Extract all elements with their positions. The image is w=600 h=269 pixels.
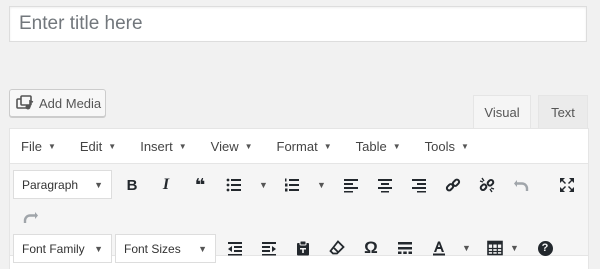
menu-insert[interactable]: Insert ▼	[140, 139, 186, 154]
add-media-button[interactable]: Add Media	[9, 89, 106, 117]
title-field-wrapper	[9, 6, 587, 42]
redo-button[interactable]	[20, 206, 42, 228]
caret-down-icon: ▼	[94, 244, 103, 254]
redo-icon	[23, 212, 38, 223]
fullscreen-button[interactable]	[556, 174, 578, 196]
help-button[interactable]: ?	[534, 237, 556, 259]
caret-down-icon: ▼	[47, 141, 56, 151]
bullet-list-icon	[226, 178, 241, 192]
align-center-button[interactable]	[374, 174, 396, 196]
menu-view-label: View	[210, 138, 239, 154]
unlink-icon	[479, 177, 495, 193]
paste-as-text-button[interactable]	[292, 237, 314, 259]
font-size-value: Font Sizes	[124, 241, 181, 256]
link-icon	[445, 178, 461, 192]
caret-down-icon: ▼	[392, 141, 401, 151]
font-size-select[interactable]: Font Sizes ▼	[115, 234, 216, 263]
numbered-list-button[interactable]	[281, 174, 303, 196]
outdent-button[interactable]	[224, 237, 246, 259]
caret-down-icon: ▼	[108, 141, 117, 151]
add-media-label: Add Media	[39, 95, 102, 111]
align-left-button[interactable]	[340, 174, 362, 196]
bold-button[interactable]: B	[121, 174, 143, 196]
clear-formatting-button[interactable]	[326, 237, 348, 259]
menu-file-label: File	[21, 138, 42, 154]
align-left-icon	[344, 179, 358, 193]
caret-down-icon: ▼	[244, 141, 253, 151]
menu-insert-label: Insert	[140, 138, 173, 154]
menu-tools-label: Tools	[424, 138, 455, 154]
tab-text[interactable]: Text	[538, 95, 588, 129]
table-icon	[487, 240, 503, 256]
caret-down-icon: ▼	[178, 141, 187, 151]
text-color-options-caret[interactable]: ▼	[462, 243, 471, 253]
undo-icon	[514, 180, 529, 191]
fullscreen-icon	[560, 178, 574, 192]
italic-button[interactable]: I	[155, 174, 177, 196]
omega-icon: Ω	[364, 238, 378, 257]
undo-button[interactable]	[510, 174, 532, 196]
align-right-icon	[412, 179, 426, 193]
italic-icon: I	[162, 176, 170, 193]
post-title-input[interactable]	[10, 7, 586, 41]
bullet-list-button[interactable]	[223, 174, 245, 196]
media-icon	[16, 95, 34, 110]
editor-menubar: File ▼ Edit ▼ Insert ▼ View ▼ Format ▼ Table ▼…	[10, 129, 588, 164]
outdent-icon	[228, 242, 242, 256]
menu-tools[interactable]: Tools ▼	[425, 139, 469, 154]
text-color-icon	[433, 241, 445, 256]
menu-format[interactable]: Format ▼	[277, 139, 332, 154]
horizontal-line-button[interactable]	[394, 237, 416, 259]
toolbar-row-1: Paragraph ▼ B I ❝ ▼ ▼ Font Family ▼ Font…	[10, 164, 588, 263]
caret-down-icon: ▼	[323, 141, 332, 151]
text-color-button[interactable]	[428, 237, 450, 259]
menu-file[interactable]: File ▼	[21, 139, 56, 154]
eraser-icon	[329, 240, 345, 255]
caret-down-icon: ▼	[94, 180, 103, 190]
format-select[interactable]: Paragraph ▼	[13, 170, 112, 199]
menu-format-label: Format	[276, 138, 318, 154]
font-family-value: Font Family	[22, 241, 85, 256]
blockquote-icon: ❝	[194, 174, 206, 195]
font-family-select[interactable]: Font Family ▼	[13, 234, 112, 263]
format-select-value: Paragraph	[22, 177, 79, 192]
indent-icon	[262, 242, 276, 256]
align-right-button[interactable]	[408, 174, 430, 196]
align-center-icon	[378, 179, 392, 193]
numbered-list-options-caret[interactable]: ▼	[317, 180, 326, 190]
menu-view[interactable]: View ▼	[211, 139, 253, 154]
help-icon: ?	[537, 240, 553, 256]
horizontal-line-icon	[398, 242, 412, 254]
special-character-button[interactable]: Ω	[360, 237, 382, 259]
menu-edit-label: Edit	[79, 138, 103, 154]
bold-icon: B	[126, 176, 138, 194]
indent-button[interactable]	[258, 237, 280, 259]
editor: File ▼ Edit ▼ Insert ▼ View ▼ Format ▼ Table ▼…	[9, 128, 589, 269]
blockquote-button[interactable]: ❝	[189, 174, 211, 196]
caret-down-icon: ▼	[198, 244, 207, 254]
bullet-list-options-caret[interactable]: ▼	[259, 180, 268, 190]
menu-edit[interactable]: Edit ▼	[80, 139, 116, 154]
table-options-caret[interactable]: ▼	[510, 243, 519, 253]
clipboard-icon	[297, 240, 309, 256]
menu-table[interactable]: Table ▼	[356, 139, 401, 154]
numbered-list-icon	[285, 178, 299, 192]
menu-table-label: Table	[355, 138, 387, 154]
caret-down-icon: ▼	[460, 141, 469, 151]
insert-link-button[interactable]	[442, 174, 464, 196]
table-button[interactable]	[484, 237, 506, 259]
tab-visual[interactable]: Visual	[473, 95, 531, 129]
remove-link-button[interactable]	[476, 174, 498, 196]
